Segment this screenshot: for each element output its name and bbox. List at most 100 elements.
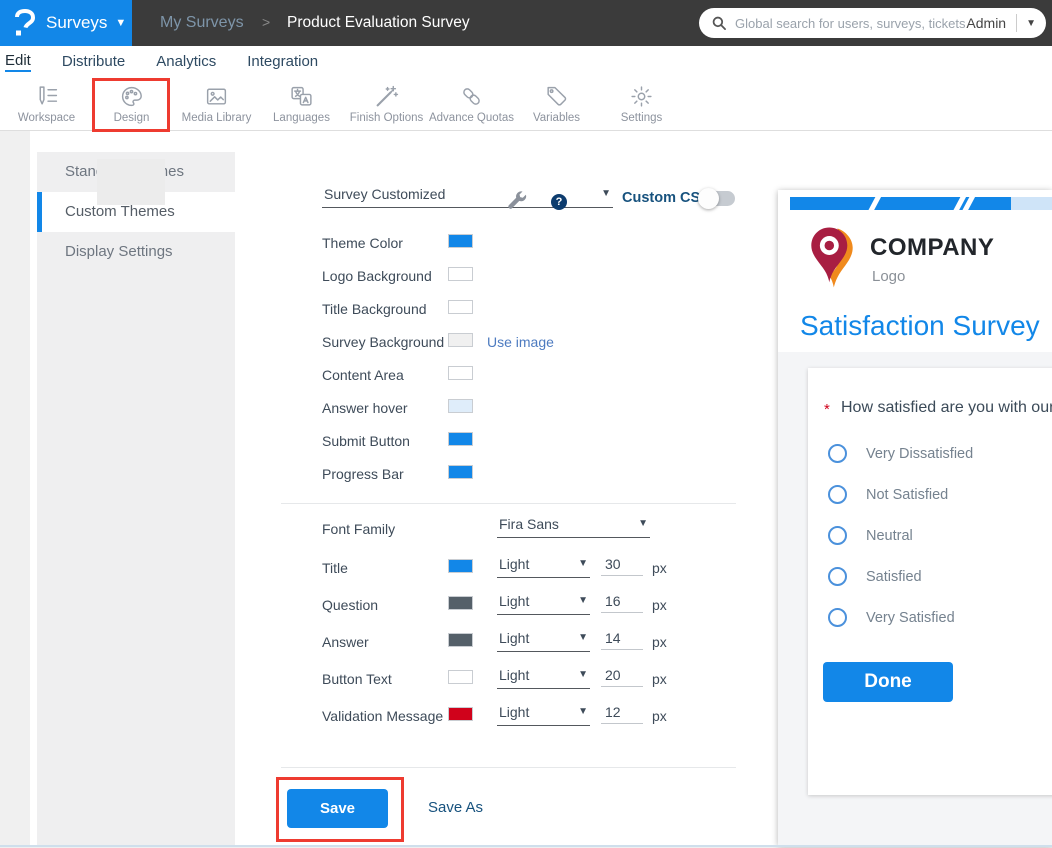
answer-hover-swatch[interactable] — [448, 399, 473, 413]
breadcrumb-separator: > — [262, 14, 270, 30]
row-label-title: Title — [322, 560, 348, 576]
company-logo-name: COMPANY — [870, 234, 994, 262]
row-label-logo-background: Logo Background — [322, 268, 432, 284]
settings-gear-icon — [629, 84, 654, 109]
toolbar-media-library[interactable]: Media Library — [174, 77, 259, 131]
primary-nav: Edit Distribute Analytics Integration — [0, 46, 1052, 77]
section-divider — [281, 767, 736, 768]
theme-color-swatch[interactable] — [448, 234, 473, 248]
product-switcher[interactable]: Surveys ▼ — [0, 0, 132, 46]
proprofs-logo-icon — [13, 9, 37, 37]
row-label-survey-background: Survey Background — [322, 334, 444, 350]
chevron-down-icon: ▼ — [115, 17, 126, 29]
use-image-link[interactable]: Use image — [487, 334, 554, 350]
save-as-link[interactable]: Save As — [428, 799, 483, 816]
survey-background-swatch[interactable] — [448, 333, 473, 347]
sidebar-item-display-settings[interactable]: Display Settings — [37, 232, 235, 272]
account-chevron-down-icon[interactable]: ▼ — [1026, 18, 1036, 29]
tab-distribute[interactable]: Distribute — [62, 53, 125, 70]
design-palette-icon — [119, 84, 144, 109]
chevron-down-icon: ▼ — [578, 706, 588, 717]
tab-integration[interactable]: Integration — [247, 53, 318, 70]
themes-sidebar: Standard Themes Custom Themes Display Se… — [37, 152, 235, 845]
option-neutral[interactable]: Neutral — [808, 526, 1052, 548]
theme-select[interactable]: Survey Customized ▼ — [322, 186, 613, 208]
unit-label: px — [652, 671, 667, 687]
option-very-satisfied[interactable]: Very Satisfied — [808, 608, 1052, 630]
survey-builder-page: Surveys ▼ My Surveys > Product Evaluatio… — [0, 0, 1052, 848]
toolbar-settings[interactable]: Settings — [599, 77, 684, 131]
unit-label: px — [652, 560, 667, 576]
bottom-border — [0, 845, 1052, 847]
toolbar-languages[interactable]: Languages — [259, 77, 344, 131]
preview-progress-bar — [790, 197, 1052, 210]
progress-bar-swatch[interactable] — [448, 465, 473, 479]
search-input[interactable] — [735, 16, 966, 31]
question-card: * How satisfied are you with our Very Di… — [808, 368, 1052, 795]
font-family-select[interactable]: Fira Sans ▼ — [497, 516, 650, 538]
question-weight-select[interactable]: Light▼ — [497, 593, 590, 615]
unit-label: px — [652, 634, 667, 650]
validation-weight-select[interactable]: Light▼ — [497, 704, 590, 726]
validation-size-input[interactable] — [601, 704, 643, 724]
title-size-input[interactable] — [601, 556, 643, 576]
row-label-theme-color: Theme Color — [322, 235, 403, 251]
content-area-swatch[interactable] — [448, 366, 473, 380]
radio-icon[interactable] — [828, 444, 847, 463]
button-text-size-input[interactable] — [601, 667, 643, 687]
done-button[interactable]: Done — [823, 662, 953, 702]
button-text-weight-select[interactable]: Light▼ — [497, 667, 590, 689]
title-weight-select[interactable]: Light▼ — [497, 556, 590, 578]
account-menu[interactable]: Admin — [966, 15, 1006, 31]
question-size-input[interactable] — [601, 593, 643, 613]
submit-button-swatch[interactable] — [448, 432, 473, 446]
unit-label: px — [652, 597, 667, 613]
title-font-color-swatch[interactable] — [448, 559, 473, 573]
toolbar-design[interactable]: Design — [89, 77, 174, 131]
question-font-color-swatch[interactable] — [448, 596, 473, 610]
top-bar: Surveys ▼ My Surveys > Product Evaluatio… — [0, 0, 1052, 46]
radio-icon[interactable] — [828, 608, 847, 627]
toolbar-advance-quotas[interactable]: Advance Quotas — [429, 77, 514, 131]
required-marker: * — [824, 401, 830, 418]
search-icon — [711, 15, 727, 31]
title-background-swatch[interactable] — [448, 300, 473, 314]
save-button[interactable]: Save — [287, 789, 388, 828]
row-label-content-area: Content Area — [322, 367, 404, 383]
option-satisfied[interactable]: Satisfied — [808, 567, 1052, 589]
button-text-color-swatch[interactable] — [448, 670, 473, 684]
global-search: Admin ▼ — [699, 8, 1046, 38]
tab-analytics[interactable]: Analytics — [156, 53, 216, 70]
option-not-satisfied[interactable]: Not Satisfied — [808, 485, 1052, 507]
variables-tag-icon — [544, 84, 569, 109]
row-label-title-background: Title Background — [322, 301, 427, 317]
help-icon[interactable]: ? — [551, 194, 567, 210]
survey-preview: COMPANY Logo Satisfaction Survey * How s… — [778, 190, 1052, 845]
radio-icon[interactable] — [828, 526, 847, 545]
design-active-highlight — [97, 159, 165, 205]
left-gutter — [0, 131, 30, 848]
edit-theme-wrench-icon[interactable] — [505, 190, 529, 214]
validation-message-color-swatch[interactable] — [448, 707, 473, 721]
chevron-down-icon: ▼ — [578, 669, 588, 680]
breadcrumb-parent[interactable]: My Surveys — [160, 14, 244, 32]
logo-background-swatch[interactable] — [448, 267, 473, 281]
toolbar-workspace[interactable]: Workspace — [4, 77, 89, 131]
radio-icon[interactable] — [828, 567, 847, 586]
option-very-dissatisfied[interactable]: Very Dissatisfied — [808, 444, 1052, 466]
custom-css-toggle[interactable] — [701, 191, 735, 206]
unit-label: px — [652, 708, 667, 724]
answer-font-color-swatch[interactable] — [448, 633, 473, 647]
answer-size-input[interactable] — [601, 630, 643, 650]
answer-weight-select[interactable]: Light▼ — [497, 630, 590, 652]
tab-edit[interactable]: Edit — [5, 52, 31, 72]
toolbar-finish-options[interactable]: Finish Options — [344, 77, 429, 131]
toolbar-variables[interactable]: Variables — [514, 77, 599, 131]
advance-quotas-link-icon — [459, 84, 484, 109]
edit-toolbar: Workspace Design Media Library — [0, 77, 1052, 131]
toggle-knob — [698, 188, 719, 209]
active-indicator-bar — [37, 192, 42, 232]
chevron-down-icon: ▼ — [638, 518, 648, 529]
progress-fill — [790, 197, 1011, 210]
radio-icon[interactable] — [828, 485, 847, 504]
